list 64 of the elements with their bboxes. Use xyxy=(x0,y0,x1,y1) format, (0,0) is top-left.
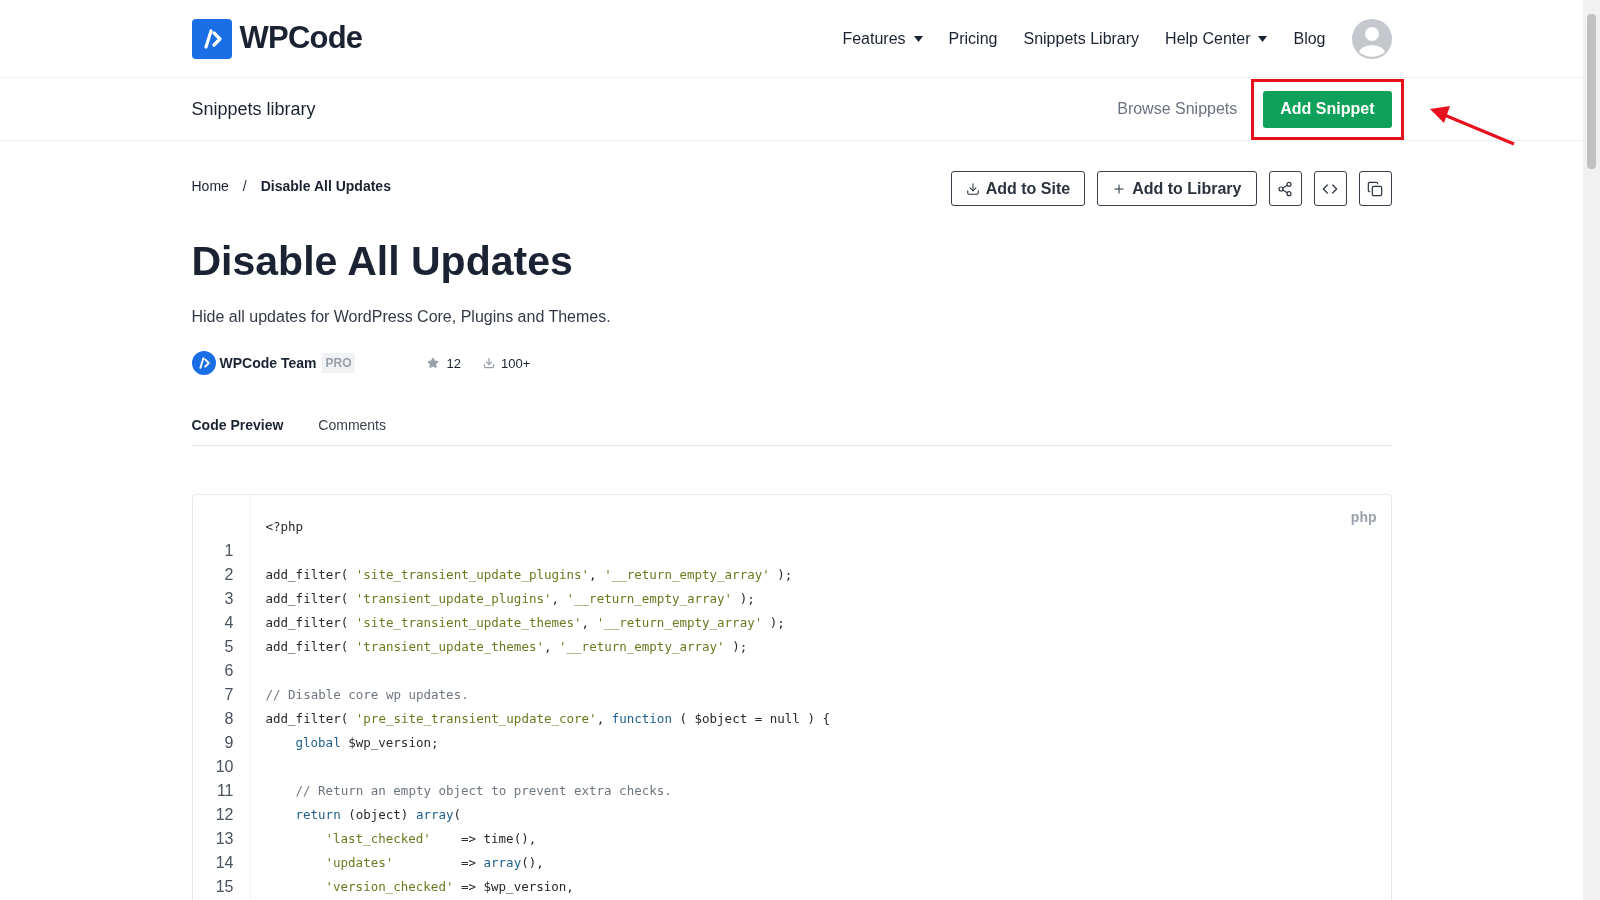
star-count: 12 xyxy=(446,354,461,373)
code-line: add_filter( 'site_transient_update_plugins', '__return_empty_array' ); xyxy=(265,565,793,584)
star-icon xyxy=(426,357,439,370)
icon-button[interactable] xyxy=(1268,171,1302,206)
author-avatar-icon xyxy=(191,351,216,376)
action-button[interactable]: Add to Site xyxy=(950,171,1086,206)
code-line: return (object) array( xyxy=(294,805,462,824)
line-number: 1 xyxy=(224,541,234,562)
pro-badge: PRO xyxy=(322,353,355,374)
code-line: 'last_checked' => time(), xyxy=(324,829,537,848)
copy-icon xyxy=(1367,180,1383,197)
code-line: 'updates' => array(), xyxy=(324,853,544,872)
logo-text[interactable]: WPCode xyxy=(239,15,363,62)
nav-link[interactable]: Snippets Library xyxy=(1023,26,1140,51)
line-number: 13 xyxy=(215,829,234,850)
scrollbar[interactable] xyxy=(1583,0,1600,900)
code-comment: // Disable core wp updates. xyxy=(265,685,469,704)
line-number: 8 xyxy=(224,709,234,730)
author-name[interactable]: WPCode Team xyxy=(219,352,317,374)
code-line: <?php xyxy=(265,517,304,536)
code-line: add_filter( 'transient_update_plugins', '__return_empty_array' ); xyxy=(265,589,755,608)
line-number: 2 xyxy=(224,565,234,586)
browse-snippets-link[interactable]: Browse Snippets xyxy=(1117,97,1238,121)
line-number: 10 xyxy=(215,757,234,778)
line-number: 7 xyxy=(224,685,234,706)
language-label: php xyxy=(1350,508,1377,528)
line-number: 3 xyxy=(224,589,234,610)
action-button[interactable]: Add to Library xyxy=(1097,171,1257,206)
nav-link[interactable]: Pricing xyxy=(948,26,998,51)
nav-link[interactable]: Blog xyxy=(1293,26,1326,51)
code-line: global $wp_version; xyxy=(294,733,439,752)
line-number: 15 xyxy=(215,877,234,898)
icon-button[interactable] xyxy=(1358,171,1392,206)
line-number: 5 xyxy=(224,637,234,658)
breadcrumb-current: Disable All Updates xyxy=(260,177,391,196)
section-title: Snippets library xyxy=(191,97,316,121)
breadcrumb-item[interactable]: / xyxy=(242,176,247,197)
code-comment: // Return an empty object to prevent extra checks. xyxy=(294,781,672,800)
logo-icon xyxy=(191,18,232,59)
nav-link[interactable]: Features xyxy=(842,26,923,51)
code-line: add_filter( 'pre_site_transient_update_core', function ( $object = null ) { xyxy=(265,709,830,728)
caret-icon xyxy=(913,35,923,42)
code-line: add_filter( 'transient_update_themes', '__return_empty_array' ); xyxy=(265,637,748,656)
download-icon xyxy=(482,357,495,370)
breadcrumb-item[interactable]: Home xyxy=(191,176,229,197)
line-number: 9 xyxy=(224,733,234,754)
share-icon xyxy=(1277,180,1293,197)
tab[interactable]: Comments xyxy=(318,415,386,437)
line-number: 14 xyxy=(215,853,234,874)
nav-link[interactable]: Help Center xyxy=(1165,26,1268,51)
code-line: 'version_checked' => $wp_version, xyxy=(324,877,574,896)
snippet-description: Hide all updates for WordPress Core, Plugins and Themes. xyxy=(191,307,612,328)
caret-icon xyxy=(1258,35,1268,42)
line-number: 4 xyxy=(224,613,234,634)
line-number: 6 xyxy=(224,661,234,682)
icon-button[interactable] xyxy=(1313,171,1347,206)
download-count: 100+ xyxy=(500,354,531,373)
download-icon xyxy=(965,181,980,196)
snippet-title: Disable All Updates xyxy=(191,237,574,286)
tab[interactable]: Code Preview xyxy=(191,415,284,437)
plus-icon xyxy=(1112,181,1127,196)
line-number: 12 xyxy=(215,805,234,826)
line-number: 11 xyxy=(216,781,234,802)
code-line: add_filter( 'site_transient_update_themes', '__return_empty_array' ); xyxy=(265,613,785,632)
